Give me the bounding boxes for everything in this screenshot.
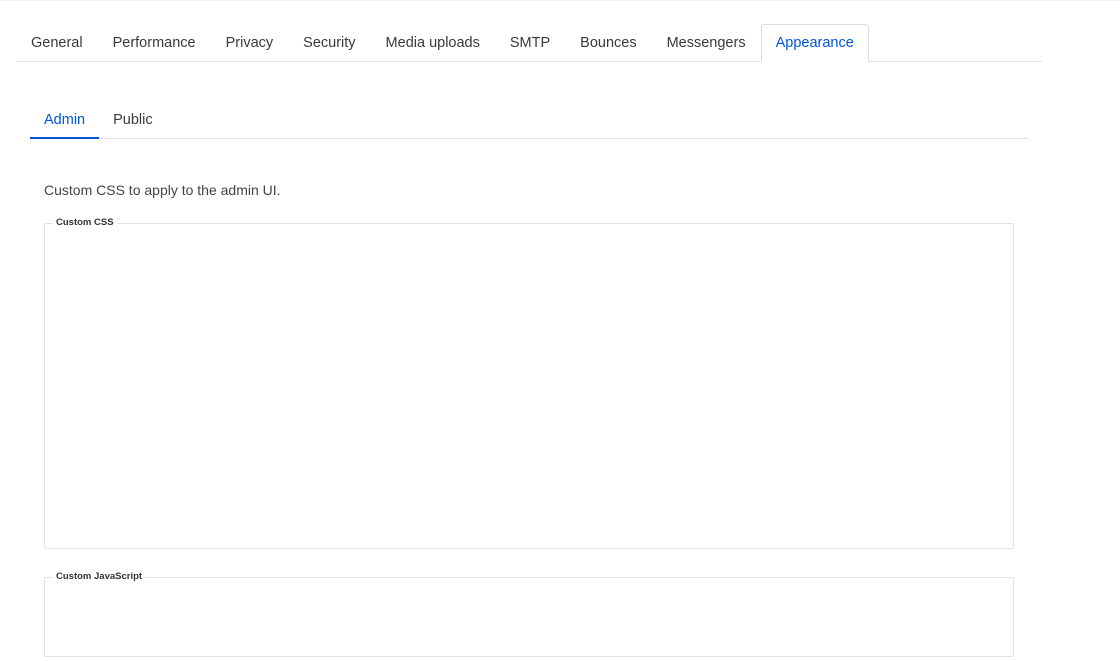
settings-tabs: General Performance Privacy Security Med… <box>16 24 1042 62</box>
help-text: Custom CSS to apply to the admin UI. <box>44 182 281 198</box>
tab-bounces[interactable]: Bounces <box>565 24 651 61</box>
tab-general[interactable]: General <box>16 24 98 61</box>
appearance-subtabs: Admin Public <box>30 102 1027 139</box>
custom-js-label: Custom JavaScript <box>53 570 146 584</box>
tab-appearance[interactable]: Appearance <box>760 24 869 62</box>
tab-smtp[interactable]: SMTP <box>495 24 565 61</box>
custom-css-field: Custom CSS <box>44 216 1014 549</box>
subtab-admin[interactable]: Admin <box>30 102 100 139</box>
custom-js-input[interactable] <box>45 578 1013 656</box>
custom-js-field: Custom JavaScript <box>44 570 1014 657</box>
subtab-public[interactable]: Public <box>99 102 167 138</box>
tab-messengers[interactable]: Messengers <box>652 24 761 61</box>
tab-media-uploads[interactable]: Media uploads <box>371 24 495 61</box>
custom-css-input[interactable] <box>45 224 1013 548</box>
top-divider <box>0 0 1120 3</box>
custom-css-label: Custom CSS <box>53 216 117 230</box>
tab-performance[interactable]: Performance <box>98 24 211 61</box>
tab-privacy[interactable]: Privacy <box>211 24 289 61</box>
tab-security[interactable]: Security <box>288 24 370 61</box>
